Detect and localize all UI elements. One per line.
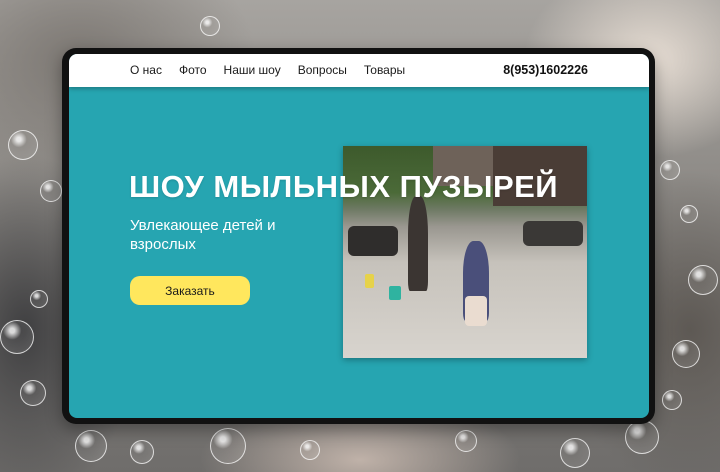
bubble-decoration [75,430,107,462]
nav-item-questions[interactable]: Вопросы [298,62,347,78]
nav-item-about[interactable]: О нас [130,62,162,78]
bubble-decoration [688,265,718,295]
hero-subtitle: Увлекающее детей и взрослых [130,217,276,253]
bubble-decoration [560,438,590,468]
bubble-decoration [200,16,220,36]
nav-item-shows[interactable]: Наши шоу [224,62,281,78]
bubble-decoration [300,440,320,460]
bubble-decoration [20,380,46,406]
website-screen: О нас Фото Наши шоу Вопросы Товары 8(953… [69,54,649,418]
nav-item-photo[interactable]: Фото [179,62,207,78]
bubble-decoration [0,320,34,354]
photo-crowd [523,221,583,246]
order-button[interactable]: Заказать [130,276,250,305]
photo-bucket [389,286,401,300]
nav-menu: О нас Фото Наши шоу Вопросы Товары [130,62,422,78]
bubble-decoration [40,180,62,202]
photo-bucket [365,274,374,288]
nav-item-products[interactable]: Товары [364,62,405,78]
bubble-decoration [680,205,698,223]
photo-person [408,196,428,291]
bubble-decoration [8,130,38,160]
bubble-decoration [30,290,48,308]
bubble-decoration [660,160,680,180]
bubble-decoration [672,340,700,368]
bubble-decoration [455,430,477,452]
photo-crowd [348,226,398,256]
top-navigation: О нас Фото Наши шоу Вопросы Товары 8(953… [69,54,649,87]
bubble-decoration [210,428,246,464]
hero-title: ШОУ МЫЛЬНЫХ ПУЗЫРЕЙ [129,169,559,204]
bubble-decoration [662,390,682,410]
bubble-decoration [625,420,659,454]
phone-number[interactable]: 8(953)1602226 [503,62,588,78]
photo-child-legs [465,296,487,326]
bubble-decoration [130,440,154,464]
